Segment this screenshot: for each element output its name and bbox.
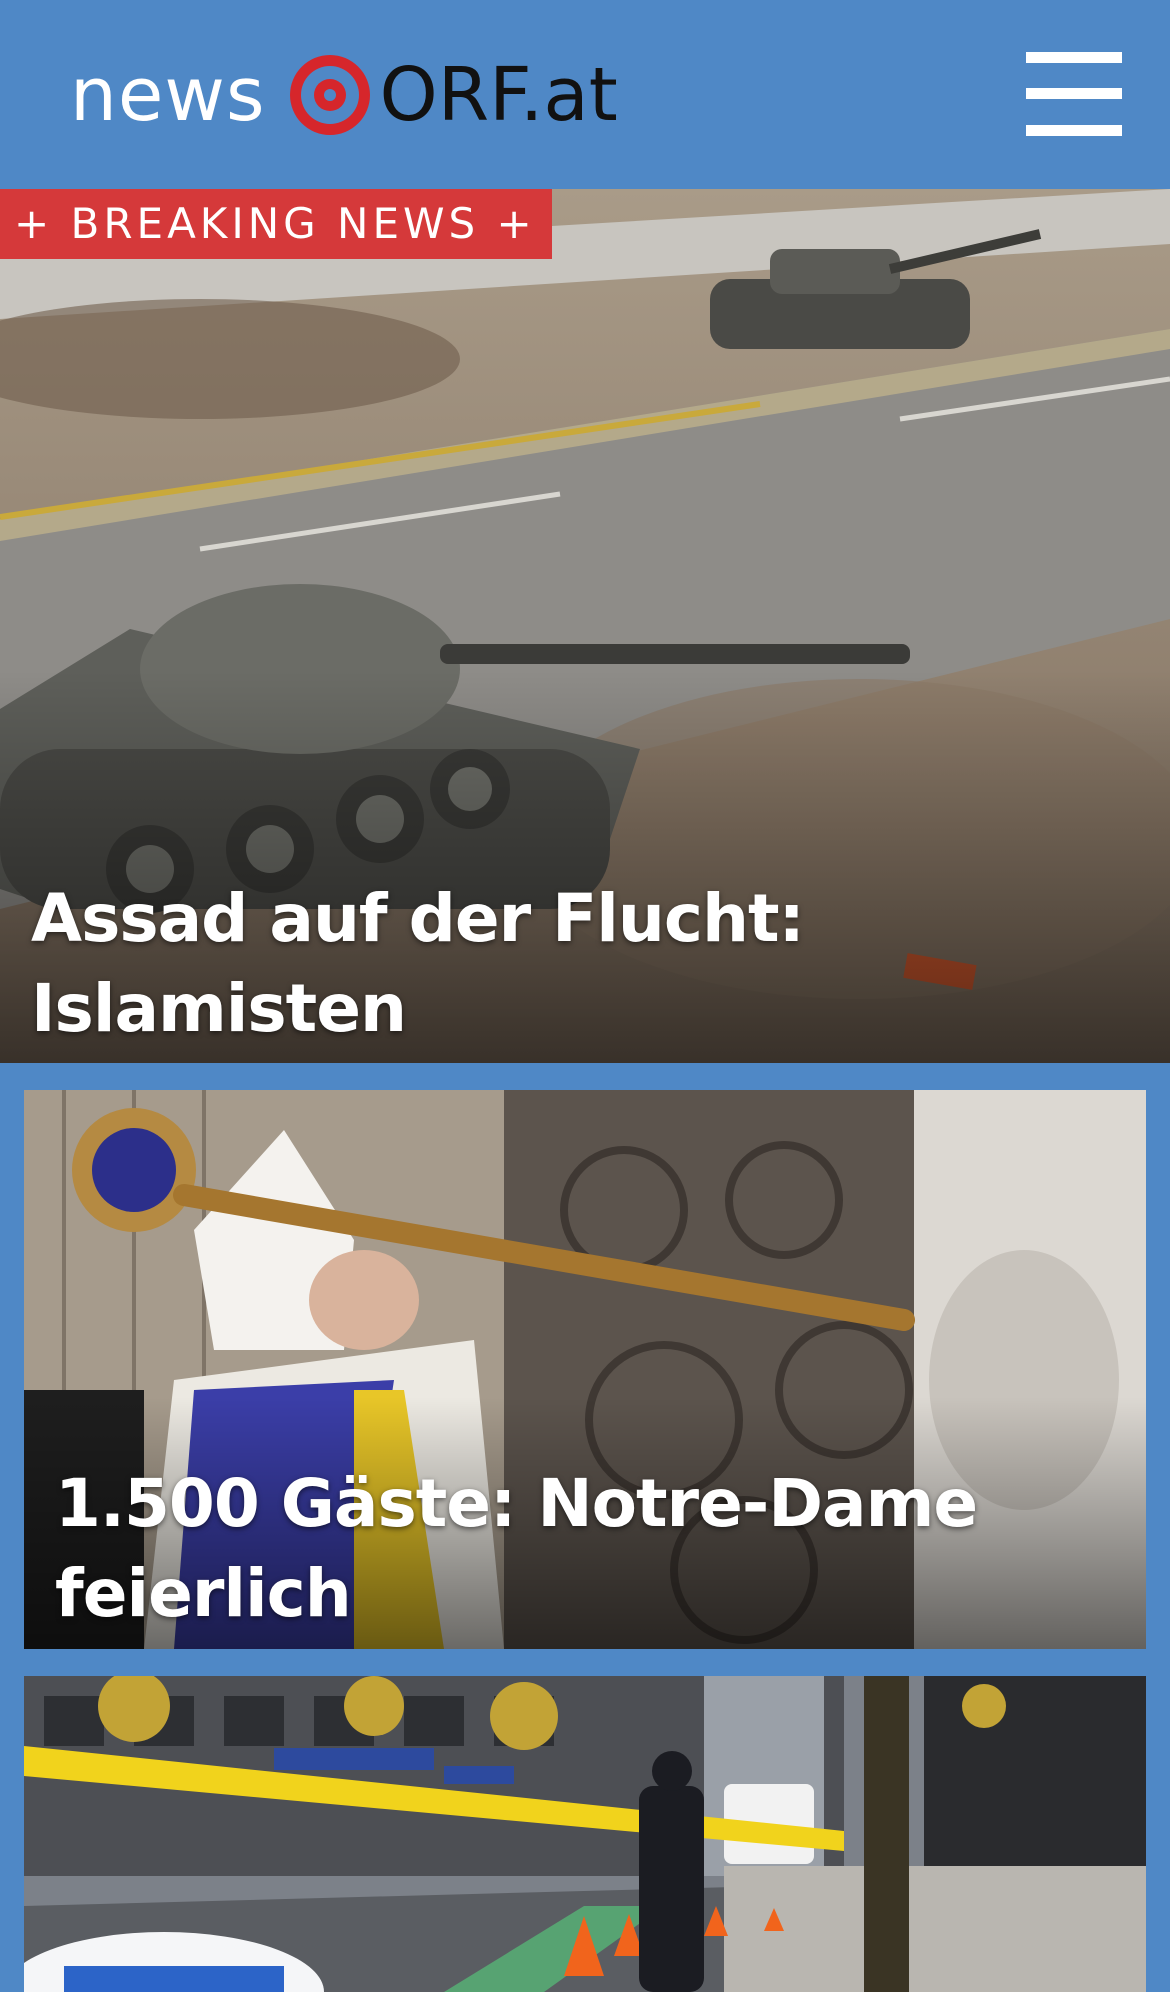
hamburger-menu-icon (1026, 52, 1122, 63)
headline-line: wiedereröffnet (55, 1639, 1115, 1649)
headline-line: besetzen Damaskus (31, 1054, 1111, 1063)
police-tape-street-photo (24, 1676, 1146, 1992)
top-header: news ORF.at (0, 0, 1170, 189)
hamburger-menu-button[interactable] (1026, 52, 1122, 136)
story-card-assad[interactable]: + BREAKING NEWS + Assad auf der Flucht: … (0, 189, 1170, 1063)
orf-target-icon (288, 53, 372, 137)
headline-line: 1.500 Gäste: Notre-Dame feierlich (55, 1465, 978, 1632)
hamburger-line (1026, 125, 1122, 136)
headline-line: Assad auf der Flucht: Islamisten (31, 880, 805, 1047)
hamburger-line (1026, 88, 1122, 99)
story-headline[interactable]: 1.500 Gäste: Notre-Dame feierlich wieder… (55, 1459, 1115, 1649)
breaking-news-badge: + BREAKING NEWS + (0, 189, 552, 259)
story-card-new-york[interactable] (24, 1676, 1146, 1992)
logo-news-text: news (70, 52, 266, 138)
story-headline[interactable]: Assad auf der Flucht: Islamisten besetze… (31, 874, 1111, 1063)
news-orf-logo[interactable]: news ORF.at (70, 50, 618, 140)
logo-orf-text: ORF.at (379, 52, 618, 138)
story-card-notre-dame[interactable]: 1.500 Gäste: Notre-Dame feierlich wieder… (24, 1090, 1146, 1649)
